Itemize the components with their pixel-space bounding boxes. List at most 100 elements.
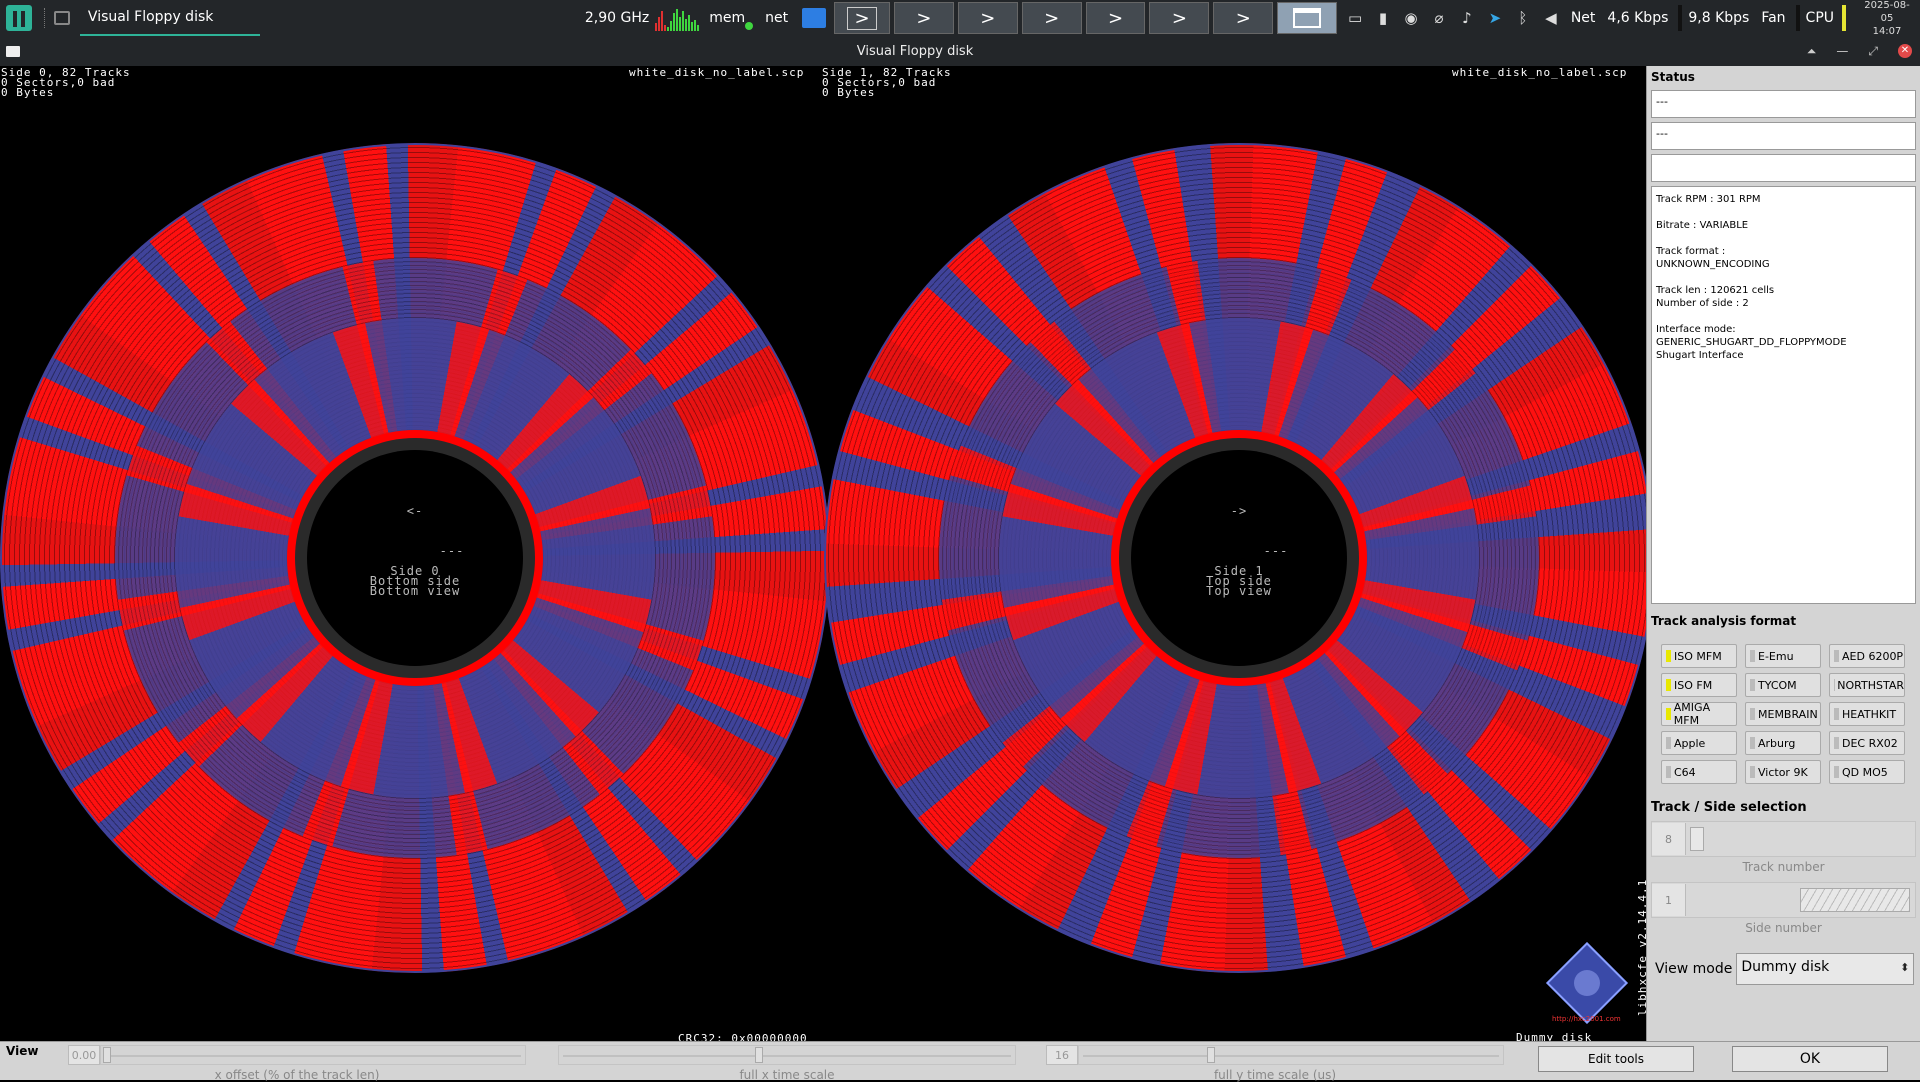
desktop-arrow-icon: > (1044, 8, 1059, 29)
maximize-icon[interactable]: ⤢ (1868, 44, 1878, 59)
format-label: C64 (1674, 766, 1696, 779)
format-toggle-iso-mfm[interactable]: ISO MFM (1661, 644, 1737, 668)
taskbar: Visual Floppy disk 2,90 GHz mem net > > … (0, 0, 1920, 36)
mem-label: mem (709, 10, 745, 26)
x-offset-value: 0.00 (68, 1045, 100, 1065)
format-toggle-dec-rx02[interactable]: DEC RX02 (1829, 731, 1905, 755)
net-bar (1678, 5, 1682, 31)
format-toggle-iso-fm[interactable]: ISO FM (1661, 673, 1737, 697)
desktop-3[interactable]: > (958, 2, 1018, 34)
side-slider-thumb[interactable] (1800, 888, 1910, 912)
status-field-3 (1651, 154, 1916, 182)
track-number-slider[interactable]: 8 (1651, 821, 1916, 857)
y-scale-value: 16 (1046, 1045, 1078, 1065)
checkbox-indicator-icon (1750, 737, 1755, 749)
format-toggle-apple[interactable]: Apple (1661, 731, 1737, 755)
library-version: libhxcfe v2.14.4.1 (1636, 879, 1646, 1016)
desktop-arrow-icon: > (847, 7, 876, 30)
view-label: View (6, 1044, 38, 1058)
usb-icon[interactable]: ▮ (1374, 9, 1392, 27)
x-scale-slider[interactable] (558, 1045, 1016, 1065)
format-label: ISO MFM (1674, 650, 1722, 663)
format-toggle-arburg[interactable]: Arburg (1745, 731, 1821, 755)
mic-icon[interactable]: ♪ (1458, 9, 1476, 27)
clock-date: 2025-08-05 (1858, 0, 1916, 25)
desktop-1[interactable]: > (834, 2, 890, 34)
clock[interactable]: 2025-08-05 14:07 (1858, 0, 1916, 38)
cpu-frequency: 2,90 GHz (585, 10, 649, 26)
track-slider-thumb[interactable] (1690, 827, 1704, 851)
checkbox-indicator-icon (1666, 650, 1671, 662)
y-scale-thumb[interactable] (1207, 1047, 1215, 1063)
x-offset-slider[interactable]: 0.00 (68, 1045, 526, 1065)
window-thumbnail-icon (1293, 8, 1321, 28)
desktop-arrow-icon: > (980, 8, 995, 29)
fan-label: Fan (1761, 10, 1785, 26)
crc-readout: CRC32: 0x00000000 (678, 1032, 808, 1041)
format-label: QD MO5 (1842, 766, 1888, 779)
desktop-8-active[interactable] (1277, 2, 1337, 34)
fan-bar (1796, 5, 1800, 31)
window-switch-icon[interactable] (54, 11, 70, 25)
desktop-6[interactable]: > (1149, 2, 1209, 34)
checkbox-indicator-icon (1834, 708, 1839, 720)
format-toggle-amiga-mfm[interactable]: AMIGA MFM (1661, 702, 1737, 726)
ok-button[interactable]: OK (1732, 1046, 1888, 1072)
view-mode-select[interactable]: Dummy disk ⬍ (1736, 953, 1914, 985)
format-toggle-e-emu[interactable]: E-Emu (1745, 644, 1821, 668)
edit-tools-button[interactable]: Edit tools (1538, 1046, 1694, 1072)
status-title: Status (1647, 66, 1920, 88)
format-label: AED 6200P (1842, 650, 1903, 663)
side-number-caption: Side number (1647, 921, 1920, 935)
track-analysis-title: Track analysis format (1647, 610, 1920, 632)
minimize-icon[interactable]: — (1836, 44, 1848, 58)
mem-indicator (745, 22, 753, 30)
window-title: Visual Floppy disk (0, 44, 1830, 59)
format-label: Victor 9K (1758, 766, 1808, 779)
desktop-5[interactable]: > (1086, 2, 1146, 34)
close-icon[interactable]: ✕ (1898, 44, 1912, 58)
right-panel: Status --- --- Track RPM : 301 RPM Bitra… (1646, 66, 1920, 1041)
taskbar-task-visual-floppy[interactable]: Visual Floppy disk (80, 0, 260, 36)
side-number-slider[interactable]: 1 (1651, 882, 1916, 918)
shade-icon[interactable]: ⏶ (1807, 44, 1817, 59)
view-mode-row: View mode Dummy disk ⬍ (1655, 953, 1920, 985)
side1-hub-label: -> --- Side 1 Top side Top view (1164, 506, 1314, 596)
net-down-rate: 4,6 Kbps (1607, 10, 1668, 26)
desktop-7[interactable]: > (1213, 2, 1273, 34)
view-bar: View 0.00 x offset (% of the track len) … (0, 1041, 1920, 1080)
status-field-2: --- (1651, 122, 1916, 150)
desktop-4[interactable]: > (1022, 2, 1082, 34)
format-toggle-c64[interactable]: C64 (1661, 760, 1737, 784)
screen-icon[interactable]: ▭ (1346, 9, 1364, 27)
disk-view[interactable]: Side 0, 82 Tracks 0 Sectors,0 bad 0 Byte… (0, 66, 1646, 1041)
format-toggle-northstar[interactable]: NORTHSTAR (1829, 673, 1905, 697)
shield-icon[interactable]: ◉ (1402, 9, 1420, 27)
cpu-bar (1842, 5, 1846, 31)
menu-logo-icon[interactable] (6, 5, 32, 31)
hxc-logo-icon (1546, 942, 1628, 1024)
checkbox-indicator-icon (1666, 679, 1671, 691)
format-toggle-membrain[interactable]: MEMBRAIN (1745, 702, 1821, 726)
status-field-1: --- (1651, 90, 1916, 118)
desktop-arrow-icon: > (1172, 8, 1187, 29)
logo-url: http://hxc2001.com (1552, 1015, 1621, 1023)
format-toggle-tycom[interactable]: TYCOM (1745, 673, 1821, 697)
x-scale-thumb[interactable] (755, 1047, 763, 1063)
format-toggle-aed-6200p[interactable]: AED 6200P (1829, 644, 1905, 668)
window-titlebar[interactable]: Visual Floppy disk ⏶ — ⤢ ✕ (0, 36, 1920, 66)
format-toggle-victor-9k[interactable]: Victor 9K (1745, 760, 1821, 784)
volume-icon[interactable]: ◀ (1542, 9, 1560, 27)
y-scale-slider[interactable]: 16 (1046, 1045, 1504, 1065)
side-number-value: 1 (1652, 884, 1686, 916)
telegram-icon[interactable]: ➤ (1486, 9, 1504, 27)
bluetooth-icon[interactable]: ᛒ (1514, 9, 1532, 27)
format-toggle-heathkit[interactable]: HEATHKIT (1829, 702, 1905, 726)
desktop-2[interactable]: > (894, 2, 954, 34)
checkbox-indicator-icon (1666, 737, 1671, 749)
x-offset-thumb[interactable] (103, 1047, 111, 1063)
side1-filename: white_disk_no_label.scp (1452, 68, 1627, 78)
format-toggle-qd-mo5[interactable]: QD MO5 (1829, 760, 1905, 784)
clip-icon[interactable]: ⌀ (1430, 9, 1448, 27)
side0-info: Side 0, 82 Tracks 0 Sectors,0 bad 0 Byte… (1, 68, 131, 98)
